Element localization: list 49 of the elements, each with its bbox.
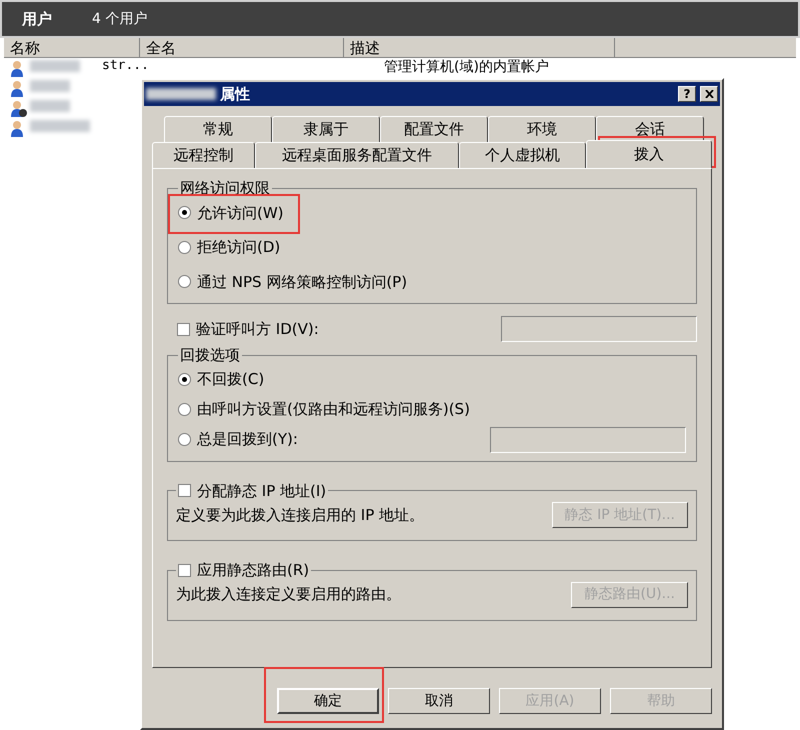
column-header[interactable]: 名称 <box>4 38 140 57</box>
tab[interactable]: 环境 <box>488 116 596 142</box>
radio-button[interactable] <box>178 240 191 254</box>
checkbox-label: 验证呼叫方 ID(V): <box>196 318 320 340</box>
text-field[interactable] <box>490 426 686 452</box>
column-header[interactable]: 描述 <box>344 38 615 57</box>
option-label: 允许访问(W) <box>197 202 284 224</box>
option-label: 不回拨(C) <box>197 369 266 390</box>
close-icon <box>704 90 714 98</box>
dialog-button[interactable]: 取消 <box>388 688 490 714</box>
user-count: 4 个用户 <box>92 10 148 28</box>
radio-button[interactable] <box>178 206 191 220</box>
checkbox[interactable] <box>177 322 190 336</box>
tab[interactable]: 隶属于 <box>272 116 380 142</box>
blurred-name <box>30 60 80 72</box>
blurred-name <box>30 100 70 112</box>
radio-button[interactable] <box>178 275 191 288</box>
option-label: 通过 NPS 网络策略控制访问(P) <box>197 272 408 292</box>
radio-button[interactable] <box>178 433 191 446</box>
option-label: 由呼叫方设置(仅路由和远程访问服务)(S) <box>197 399 471 420</box>
tab[interactable]: 拨入 <box>586 140 712 168</box>
text-field[interactable] <box>501 316 697 342</box>
dialog-button[interactable]: 确定 <box>277 688 379 714</box>
tab[interactable]: 远程控制 <box>152 142 256 168</box>
user-description: 管理计算机(域)的内置帐户 <box>384 60 549 74</box>
help-button[interactable]: ? <box>678 86 696 102</box>
blurred-name <box>146 88 216 100</box>
checkbox-label: 分配静态 IP 地址(I) <box>197 480 326 502</box>
tab[interactable]: 个人虚拟机 <box>459 142 586 168</box>
group-title: 回拨选项 <box>179 345 241 366</box>
radio-button[interactable] <box>178 373 191 386</box>
header-title: 用户 <box>22 8 52 30</box>
checkbox[interactable] <box>178 484 191 498</box>
description-text: 为此拨入连接定义要启用的路由。 <box>176 586 402 603</box>
dialog-title: 属性 <box>220 84 250 105</box>
column-header[interactable]: 全名 <box>140 38 344 57</box>
tab[interactable]: 常规 <box>164 116 272 142</box>
user-name: str... <box>102 60 150 72</box>
checkbox-label: 应用静态路由(R) <box>197 560 310 581</box>
checkbox[interactable] <box>178 564 191 577</box>
tab[interactable]: 远程桌面服务配置文件 <box>255 142 460 168</box>
option-label: 拒绝访问(D) <box>197 237 280 258</box>
blurred-name <box>30 80 70 92</box>
radio-button[interactable] <box>178 403 191 416</box>
description-text: 定义要为此拨入连接启用的 IP 地址。 <box>176 506 426 524</box>
tab[interactable]: 配置文件 <box>380 116 488 142</box>
blurred-name <box>30 120 90 132</box>
close-button[interactable] <box>700 86 718 102</box>
option-label: 总是回拨到(Y): <box>197 429 299 450</box>
